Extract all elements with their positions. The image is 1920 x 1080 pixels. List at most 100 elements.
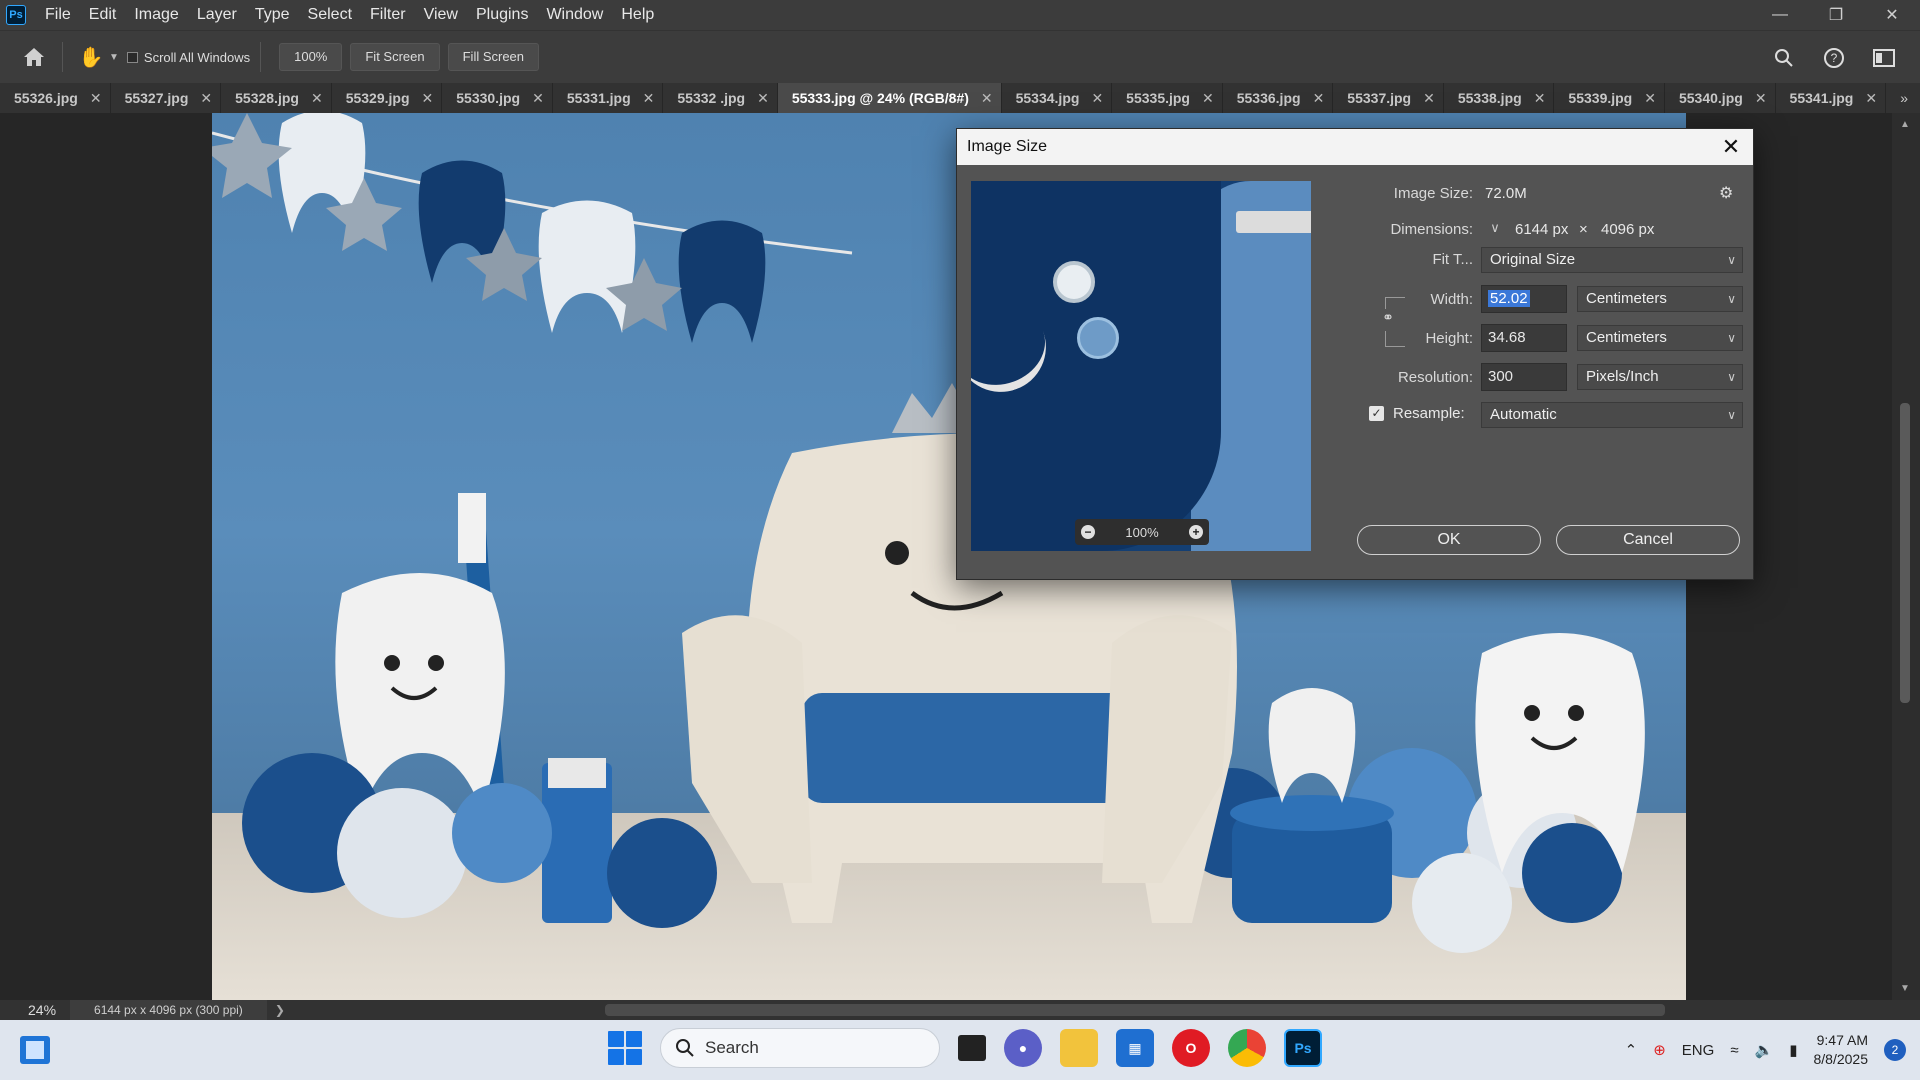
search-icon[interactable] xyxy=(1766,40,1802,76)
fill-screen-button[interactable]: Fill Screen xyxy=(447,43,540,71)
width-input[interactable]: 52.02 xyxy=(1481,285,1567,313)
tab-55337[interactable]: 55337.jpg ✕ xyxy=(1333,83,1444,113)
close-icon[interactable]: ✕ xyxy=(1719,135,1743,159)
tab-55330[interactable]: 55330.jpg ✕ xyxy=(442,83,553,113)
more-tabs-icon[interactable]: » xyxy=(1900,83,1908,113)
close-icon[interactable]: ✕ xyxy=(532,90,544,107)
close-icon[interactable]: ✕ xyxy=(200,90,212,107)
link-icon[interactable]: ⚭ xyxy=(1381,309,1395,331)
zoom-out-icon[interactable]: − xyxy=(1081,525,1095,539)
cancel-button[interactable]: Cancel xyxy=(1556,525,1740,555)
tab-55329[interactable]: 55329.jpg ✕ xyxy=(332,83,443,113)
opera-icon[interactable]: O xyxy=(1172,1029,1210,1067)
close-icon[interactable]: ✕ xyxy=(1534,90,1546,107)
menu-edit[interactable]: Edit xyxy=(80,0,126,30)
volume-icon[interactable]: 🔈 xyxy=(1755,1041,1774,1059)
file-explorer-icon[interactable] xyxy=(1060,1029,1098,1067)
home-icon[interactable] xyxy=(16,39,52,75)
scroll-up-icon[interactable]: ▲ xyxy=(1900,119,1910,130)
microsoft-store-icon[interactable]: ▦ xyxy=(1116,1029,1154,1067)
tab-55327[interactable]: 55327.jpg ✕ xyxy=(111,83,222,113)
menu-type[interactable]: Type xyxy=(246,0,299,30)
tab-55336[interactable]: 55336.jpg ✕ xyxy=(1223,83,1334,113)
tab-55335[interactable]: 55335.jpg ✕ xyxy=(1112,83,1223,113)
menu-file[interactable]: File xyxy=(36,0,80,30)
minimize-icon[interactable]: — xyxy=(1752,0,1808,30)
wifi-icon[interactable]: ≈ xyxy=(1730,1042,1738,1059)
gear-icon[interactable]: ⚙ xyxy=(1719,183,1733,203)
close-icon[interactable]: ✕ xyxy=(1313,90,1325,107)
close-icon[interactable]: ✕ xyxy=(1755,90,1767,107)
start-icon[interactable] xyxy=(608,1031,642,1065)
language-indicator[interactable]: ENG xyxy=(1682,1042,1715,1059)
chevron-down-icon[interactable]: ∨ xyxy=(1487,220,1503,236)
close-icon[interactable]: ✕ xyxy=(422,90,434,107)
tab-55340[interactable]: 55340.jpg ✕ xyxy=(1665,83,1776,113)
tab-55332[interactable]: 55332 .jpg ✕ xyxy=(663,83,778,113)
close-icon[interactable]: ✕ xyxy=(1202,90,1214,107)
workspace-icon[interactable] xyxy=(1866,40,1902,76)
zoom-level[interactable]: 24% xyxy=(0,1002,70,1018)
battery-icon[interactable]: ▮ xyxy=(1789,1041,1797,1059)
tab-55328[interactable]: 55328.jpg ✕ xyxy=(221,83,332,113)
tab-55339[interactable]: 55339.jpg ✕ xyxy=(1554,83,1665,113)
menu-view[interactable]: View xyxy=(415,0,467,30)
tab-55338[interactable]: 55338.jpg ✕ xyxy=(1444,83,1555,113)
close-icon[interactable]: ✕ xyxy=(643,90,655,107)
fit-to-select[interactable]: Original Size ∨ xyxy=(1481,247,1743,273)
chevron-down-icon[interactable]: ▼ xyxy=(109,52,119,63)
vertical-scrollbar[interactable]: ▲ ▼ xyxy=(1892,113,1920,1000)
resample-select[interactable]: Automatic ∨ xyxy=(1481,402,1743,428)
chevron-up-icon[interactable]: ⌃ xyxy=(1625,1041,1638,1059)
menu-layer[interactable]: Layer xyxy=(188,0,246,30)
close-icon[interactable]: ✕ xyxy=(1644,90,1656,107)
help-icon[interactable]: ? xyxy=(1816,40,1852,76)
menu-select[interactable]: Select xyxy=(299,0,361,30)
close-icon[interactable]: ✕ xyxy=(757,90,769,107)
hand-tool-icon[interactable]: ✋ xyxy=(73,39,109,75)
widgets-icon[interactable] xyxy=(20,1036,50,1064)
fit-screen-button[interactable]: Fit Screen xyxy=(350,43,440,71)
scrollbar-thumb[interactable] xyxy=(1900,403,1910,703)
clock[interactable]: 9:47 AM 8/8/2025 xyxy=(1814,1031,1869,1069)
document-info[interactable]: 6144 px x 4096 px (300 ppi) xyxy=(70,1000,267,1020)
chevron-right-icon[interactable]: ❯ xyxy=(275,1003,285,1017)
resample-checkbox[interactable]: ✓ xyxy=(1369,406,1384,421)
teams-icon[interactable]: ● xyxy=(1004,1029,1042,1067)
scroll-all-windows-checkbox[interactable]: Scroll All Windows xyxy=(126,50,250,65)
resolution-unit-select[interactable]: Pixels/Inch ∨ xyxy=(1577,364,1743,390)
image-preview[interactable]: − 100% + xyxy=(971,181,1311,551)
close-icon[interactable]: ✕ xyxy=(1865,90,1877,107)
menu-image[interactable]: Image xyxy=(125,0,187,30)
photoshop-icon[interactable]: Ps xyxy=(1284,1029,1322,1067)
tab-55334[interactable]: 55334.jpg ✕ xyxy=(1002,83,1113,113)
close-icon[interactable]: ✕ xyxy=(981,90,993,107)
zoom-in-icon[interactable]: + xyxy=(1189,525,1203,539)
notification-badge[interactable]: 2 xyxy=(1884,1039,1906,1061)
horizontal-scrollbar[interactable] xyxy=(604,1004,1665,1016)
menu-filter[interactable]: Filter xyxy=(361,0,415,30)
tab-55331[interactable]: 55331.jpg ✕ xyxy=(553,83,664,113)
close-icon[interactable]: ✕ xyxy=(1423,90,1435,107)
restore-icon[interactable]: ❐ xyxy=(1808,0,1864,30)
resolution-input[interactable]: 300 xyxy=(1481,363,1567,391)
taskbar-search[interactable]: Search xyxy=(660,1028,940,1068)
close-icon[interactable]: ✕ xyxy=(1864,0,1920,30)
close-icon[interactable]: ✕ xyxy=(90,90,102,107)
close-icon[interactable]: ✕ xyxy=(311,90,323,107)
menu-window[interactable]: Window xyxy=(537,0,612,30)
chrome-icon[interactable] xyxy=(1228,1029,1266,1067)
tab-55341[interactable]: 55341.jpg ✕ xyxy=(1776,83,1887,113)
vpn-icon[interactable]: ⊕ xyxy=(1653,1041,1666,1059)
ok-button[interactable]: OK xyxy=(1357,525,1541,555)
tab-55333-active[interactable]: 55333.jpg @ 24% (RGB/8#) ✕ xyxy=(777,83,1002,113)
close-icon[interactable]: ✕ xyxy=(1091,90,1103,107)
height-input[interactable]: 34.68 xyxy=(1481,324,1567,352)
height-unit-select[interactable]: Centimeters ∨ xyxy=(1577,325,1743,351)
width-unit-select[interactable]: Centimeters ∨ xyxy=(1577,286,1743,312)
tab-55326[interactable]: 55326.jpg ✕ xyxy=(0,83,111,113)
scroll-down-icon[interactable]: ▼ xyxy=(1900,983,1910,994)
task-view-icon[interactable] xyxy=(958,1035,986,1061)
menu-plugins[interactable]: Plugins xyxy=(467,0,537,30)
zoom-100-button[interactable]: 100% xyxy=(279,43,343,71)
